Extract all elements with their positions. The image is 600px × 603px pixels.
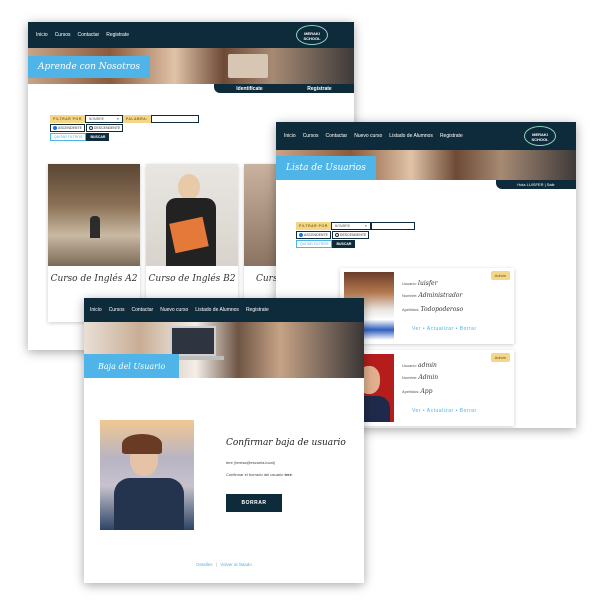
- nav-nuevo-curso[interactable]: Nuevo curso: [354, 133, 382, 139]
- word-input[interactable]: [370, 222, 415, 230]
- nav-registrate[interactable]: Registrate: [440, 133, 463, 139]
- nav-inicio[interactable]: Inicio: [36, 32, 48, 38]
- filter-label: FILTRAR POR: [296, 222, 331, 230]
- course-title: Curso de Inglés A2: [50, 274, 138, 284]
- nav-contactar[interactable]: Contactar: [78, 32, 100, 38]
- user-lastname: Apellidos: Todopoderoso: [402, 306, 464, 313]
- nav-registrate[interactable]: Registrate: [106, 32, 129, 38]
- filter-panel: FILTRAR POR NOMBRE ▾ ASCENDENTE DESCENDEN…: [296, 222, 415, 249]
- course-image: [146, 164, 238, 266]
- course-image: [48, 164, 140, 266]
- woman-hair: [122, 434, 162, 454]
- delete-button[interactable]: BORRAR: [226, 494, 282, 512]
- register-link[interactable]: Registrate: [307, 86, 331, 92]
- user-name: Nombre: Admin: [402, 374, 439, 381]
- woman-jacket: [114, 478, 184, 530]
- nav-listado-alumnos[interactable]: Listado de Alumnos: [195, 307, 239, 313]
- auth-bar: Identifícate Registrate: [214, 84, 354, 93]
- user-actions[interactable]: Ver • Actualizar • Borrar: [412, 326, 477, 332]
- user-lastname: Apellidos: App: [402, 388, 433, 395]
- course-title: Curso de Inglés B2: [148, 274, 236, 284]
- admin-badge: Admin: [490, 353, 510, 362]
- nav-cursos[interactable]: Cursos: [55, 32, 71, 38]
- nav-contactar[interactable]: Contactar: [326, 133, 348, 139]
- school-logo[interactable]: MERAKI SCHOOL: [296, 25, 328, 45]
- page-title: Baja del Usuario: [84, 354, 180, 378]
- laptop-decor: [228, 54, 268, 78]
- search-button[interactable]: BUSCAR: [86, 133, 110, 141]
- user-name: Nombre: Administrador: [402, 292, 463, 299]
- clear-filters-button[interactable]: QUITAR FILTROS: [50, 133, 87, 141]
- session-text[interactable]: Hola LUISFER | Salir: [517, 182, 555, 187]
- page-title: Lista de Usuarios: [276, 156, 376, 180]
- desc-radio[interactable]: DESCENDENTE: [85, 124, 124, 132]
- nav-listado-alumnos[interactable]: Listado de Alumnos: [389, 133, 433, 139]
- nav-nuevo-curso[interactable]: Nuevo curso: [160, 307, 188, 313]
- back-to-list-link[interactable]: Volver al listado: [220, 562, 252, 567]
- search-button[interactable]: BUSCAR: [332, 240, 356, 248]
- user-actions[interactable]: Ver • Actualizar • Borrar: [412, 408, 477, 414]
- asc-radio[interactable]: ASCENDENTE: [50, 124, 85, 132]
- details-link[interactable]: Detalles: [196, 562, 212, 567]
- user-photo: [100, 420, 194, 530]
- filter-label: FILTRAR POR: [50, 115, 85, 123]
- footer-links: Detalles | Volver al listado: [84, 562, 364, 567]
- screenshot-delete-user: Inicio Cursos Contactar Nuevo curso List…: [84, 298, 364, 583]
- school-logo[interactable]: MERAKI SCHOOL: [524, 126, 556, 146]
- nav-inicio[interactable]: Inicio: [284, 133, 296, 139]
- nav-cursos[interactable]: Cursos: [303, 133, 319, 139]
- top-nav: Inicio Cursos Contactar Nuevo curso List…: [84, 298, 364, 322]
- filter-select[interactable]: NOMBRE ▾: [330, 222, 371, 230]
- user-email: tere (teresa@escuela.local): [226, 460, 275, 465]
- word-input[interactable]: [150, 115, 199, 123]
- clear-filters-button[interactable]: QUITAR FILTROS: [296, 240, 333, 248]
- desc-radio[interactable]: DESCENDENTE: [331, 231, 370, 239]
- laptop-decor: [170, 326, 216, 356]
- word-label: PALABRA:: [122, 115, 151, 123]
- filter-select[interactable]: NOMBRE ▾: [84, 115, 123, 123]
- session-bar: Hola LUISFER | Salir: [496, 180, 576, 189]
- login-link[interactable]: Identifícate: [236, 86, 262, 92]
- nav-registrate[interactable]: Registrate: [246, 307, 269, 313]
- user-username: Usuario: luisfer: [402, 280, 438, 287]
- nav-contactar[interactable]: Contactar: [132, 307, 154, 313]
- nav-inicio[interactable]: Inicio: [90, 307, 102, 313]
- footer-separator: |: [215, 562, 217, 567]
- asc-radio[interactable]: ASCENDENTE: [296, 231, 331, 239]
- confirm-heading: Confirmar baja de usuario: [226, 438, 346, 448]
- user-card-admin: Usuario: admin Nombre: Admin Apellidos: …: [340, 350, 514, 426]
- admin-badge: Admin: [490, 271, 510, 280]
- student-figure: [90, 216, 100, 238]
- confirm-text: Confirmar el borrado del usuario tere.: [226, 472, 293, 477]
- user-username: Usuario: admin: [402, 362, 437, 369]
- page-title: Aprende con Nosotros: [28, 56, 151, 78]
- nav-cursos[interactable]: Cursos: [109, 307, 125, 313]
- filter-panel: FILTRAR POR NOMBRE ▾ PALABRA: ASCENDENTE …: [50, 115, 199, 142]
- user-card-luisfer: Usuario: luisfer Nombre: Administrador A…: [340, 268, 514, 344]
- woman-figure: [178, 174, 200, 200]
